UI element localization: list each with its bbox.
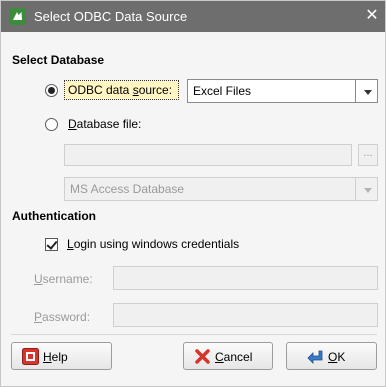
select-odbc-dialog: Select ODBC Data Source ✕ Select Databas… <box>0 0 386 387</box>
database-file-label[interactable]: Database file: <box>68 117 141 131</box>
footer-divider <box>11 334 377 335</box>
help-icon <box>22 348 39 365</box>
database-type-dropdown[interactable]: MS Access Database <box>64 177 378 201</box>
help-button[interactable]: Help <box>11 342 112 370</box>
chevron-down-icon[interactable] <box>355 178 377 200</box>
browse-button[interactable]: ... <box>358 144 378 166</box>
password-label: Password: <box>34 310 91 324</box>
title-bar[interactable]: Select ODBC Data Source ✕ <box>1 1 385 32</box>
close-icon[interactable]: ✕ <box>364 7 380 25</box>
app-logo-icon <box>9 8 26 25</box>
windows-login-checkbox[interactable] <box>45 238 58 251</box>
odbc-source-value: Excel Files <box>193 84 252 98</box>
username-input[interactable] <box>113 266 378 290</box>
chevron-down-icon[interactable] <box>355 80 377 102</box>
dialog-title: Select ODBC Data Source <box>34 9 188 24</box>
select-database-heading: Select Database <box>12 53 105 67</box>
odbc-source-label[interactable]: ODBC data source: <box>68 83 172 97</box>
ok-arrow-icon <box>307 350 323 364</box>
odbc-source-radio[interactable] <box>45 84 58 97</box>
authentication-heading: Authentication <box>12 209 96 223</box>
help-button-label: Help <box>43 350 68 364</box>
ok-button-label: OK <box>328 350 346 364</box>
password-input[interactable] <box>113 303 378 327</box>
cancel-button-label: Cancel <box>215 350 253 364</box>
odbc-source-dropdown[interactable]: Excel Files <box>187 79 378 103</box>
windows-login-label[interactable]: Login using windows credentials <box>67 237 239 251</box>
cancel-button[interactable]: Cancel <box>183 342 273 370</box>
cancel-icon <box>195 349 210 364</box>
ok-button[interactable]: OK <box>286 342 377 370</box>
username-label: Username: <box>34 272 93 286</box>
database-file-radio[interactable] <box>45 118 58 131</box>
database-type-value: MS Access Database <box>70 182 185 196</box>
database-file-path-input[interactable] <box>64 144 352 166</box>
